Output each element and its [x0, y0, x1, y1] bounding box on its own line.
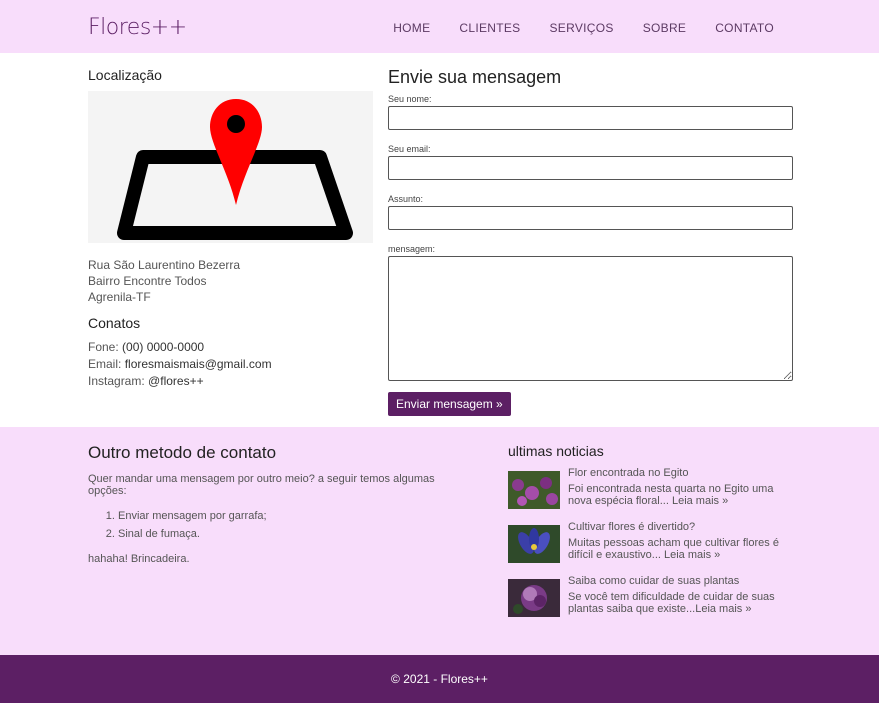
news-summary: Foi encontrada nesta quarta no Egito uma… — [568, 483, 774, 507]
news-headline[interactable]: Saiba como cuidar de suas plantas — [568, 575, 798, 587]
address-line: Bairro Encontre Todos — [88, 274, 207, 288]
subject-label: Assunto: — [388, 194, 424, 204]
name-label: Seu nome: — [388, 94, 432, 104]
contact-form: Envie sua mensagem Seu nome: Seu email: … — [388, 67, 795, 416]
option-item: Sinal de fumaça. — [118, 525, 468, 543]
nav-clientes[interactable]: CLIENTES — [459, 21, 520, 35]
main-content: Localização Rua São Laurentino Bezerra B… — [0, 53, 879, 427]
instagram-value: @flores++ — [148, 374, 204, 388]
address-line: Agrenila-TF — [88, 290, 151, 304]
news-item: Flor encontrada no Egito Foi encontrada … — [508, 467, 798, 509]
contacts-list: Fone: (00) 0000-0000 Email: floresmaisma… — [88, 339, 373, 390]
map-image — [88, 91, 373, 243]
secondary-section: Outro metodo de contato Quer mandar uma … — [0, 427, 879, 655]
brand-logo[interactable]: Flores++ — [88, 15, 187, 40]
nav-menu: HOME CLIENTES SERVIÇOS SOBRE CONTATO — [364, 21, 774, 35]
news-headline[interactable]: Flor encontrada no Egito — [568, 467, 798, 479]
submit-button[interactable]: Enviar mensagem » — [388, 392, 511, 416]
message-label: mensagem: — [388, 244, 436, 254]
read-more-link[interactable]: Leia mais » — [695, 603, 751, 615]
other-intro: Quer mandar uma mensagem por outro meio?… — [88, 473, 435, 497]
address: Rua São Laurentino Bezerra Bairro Encont… — [88, 257, 373, 305]
email-label: Seu email: — [388, 144, 431, 154]
address-line: Rua São Laurentino Bezerra — [88, 258, 241, 272]
news-headline[interactable]: Cultivar flores é divertido? — [568, 521, 798, 533]
phone-label: Fone: — [88, 340, 119, 354]
phone-value: (00) 0000-0000 — [122, 340, 205, 354]
news-item: Saiba como cuidar de suas plantas Se voc… — [508, 575, 798, 617]
nav-servicos[interactable]: SERVIÇOS — [550, 21, 614, 35]
flower-thumbnail[interactable] — [508, 579, 560, 617]
email-label: Email: — [88, 357, 122, 371]
joke-text: hahaha! Brincadeira. — [88, 553, 190, 565]
location-title: Localização — [88, 67, 162, 83]
contacts-title: Conatos — [88, 315, 141, 331]
copyright: © 2021 - Flores++ — [391, 672, 488, 686]
options-list: Enviar mensagem por garrafa; Sinal de fu… — [88, 507, 468, 543]
navbar: Flores++ HOME CLIENTES SERVIÇOS SOBRE CO… — [0, 0, 879, 53]
subject-input[interactable] — [388, 206, 793, 230]
email-value: floresmaismais@gmail.com — [124, 357, 272, 371]
location-panel: Localização Rua São Laurentino Bezerra B… — [88, 67, 373, 390]
news-title: ultimas noticias — [508, 443, 604, 459]
nav-home[interactable]: HOME — [393, 21, 430, 35]
form-title: Envie sua mensagem — [388, 67, 562, 87]
message-textarea[interactable] — [388, 256, 793, 381]
news-panel: ultimas noticias Flor encontrada no Egit… — [508, 443, 798, 633]
footer: © 2021 - Flores++ — [0, 655, 879, 703]
flower-thumbnail[interactable] — [508, 471, 560, 509]
other-title: Outro metodo de contato — [88, 443, 277, 462]
nav-contato[interactable]: CONTATO — [715, 21, 774, 35]
read-more-link[interactable]: Leia mais » — [664, 549, 720, 561]
news-item: Cultivar flores é divertido? Muitas pess… — [508, 521, 798, 563]
read-more-link[interactable]: Leia mais » — [672, 495, 728, 507]
instagram-label: Instagram: — [88, 374, 145, 388]
flower-thumbnail[interactable] — [508, 525, 560, 563]
other-contact: Outro metodo de contato Quer mandar uma … — [88, 443, 468, 565]
map-pin-icon — [117, 99, 353, 240]
name-input[interactable] — [388, 106, 793, 130]
option-item: Enviar mensagem por garrafa; — [118, 507, 468, 525]
nav-sobre[interactable]: SOBRE — [643, 21, 687, 35]
email-input[interactable] — [388, 156, 793, 180]
